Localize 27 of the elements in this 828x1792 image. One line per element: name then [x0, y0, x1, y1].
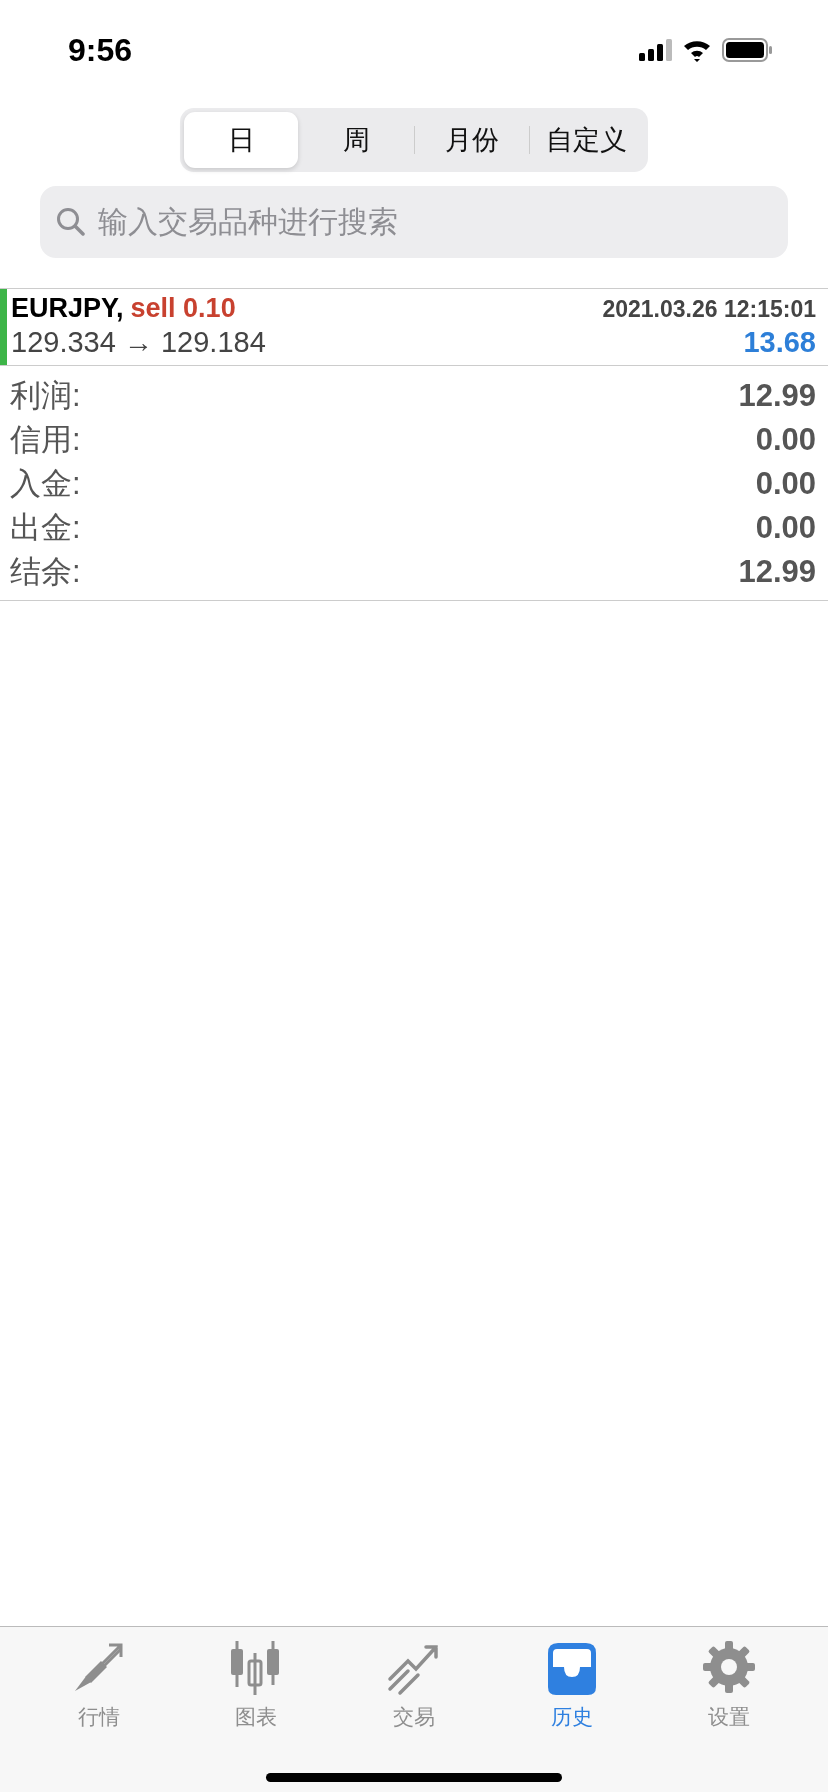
segment-tab[interactable]: 周 [299, 112, 414, 168]
battery-icon [722, 38, 772, 62]
tab-bar-item[interactable]: 历史 [492, 1639, 651, 1731]
search-icon [56, 207, 85, 236]
search-field[interactable]: 输入交易品种进行搜索 [40, 186, 788, 258]
summary-value: 0.00 [755, 422, 816, 458]
segment-tab[interactable]: 月份 [414, 112, 529, 168]
summary-label: 出金: [10, 509, 81, 547]
segment-tab[interactable]: 自定义 [529, 112, 644, 168]
summary-value: 0.00 [755, 510, 816, 546]
summary-label: 结余: [10, 553, 81, 591]
order-type: sell 0.10 [130, 293, 236, 324]
wifi-icon [682, 38, 712, 62]
trade-profit: 13.68 [743, 326, 816, 359]
trade-row[interactable]: EURJPY, sell 0.10 2021.03.26 12:15:01 129.334 → 129.184 13.68 [0, 289, 828, 365]
trade-symbol: EURJPY, [11, 293, 124, 324]
summary-label: 利润: [10, 377, 81, 415]
status-time: 9:56 [68, 31, 134, 69]
segment-tab[interactable]: 日 [184, 112, 299, 168]
summary-label: 入金: [10, 465, 81, 503]
summary-value: 12.99 [738, 554, 816, 590]
trade-prices: 129.334 → 129.184 [11, 326, 266, 359]
summary-value: 0.00 [755, 466, 816, 502]
summary-label: 信用: [10, 421, 81, 459]
summary-value: 12.99 [738, 378, 816, 414]
signal-icon [639, 39, 672, 61]
trade-time: 2021.03.26 12:15:01 [602, 296, 816, 323]
